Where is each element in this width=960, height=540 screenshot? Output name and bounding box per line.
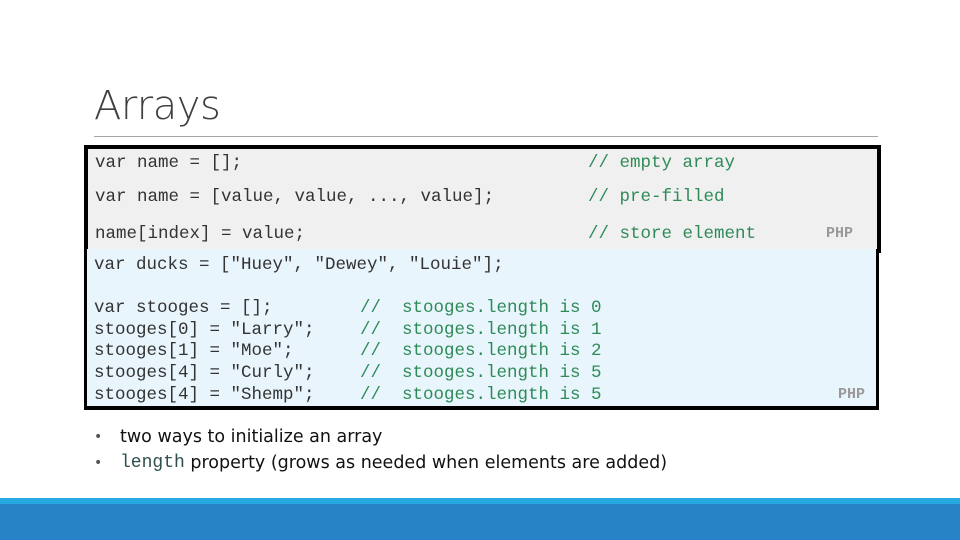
code-block-example: var ducks = ["Huey", "Dewey", "Louie"]; …: [84, 249, 879, 410]
title-divider: [94, 136, 878, 137]
bullet-list: • two ways to initialize an array • leng…: [94, 424, 667, 476]
code-comment: // stooges.length is 5: [360, 385, 602, 405]
code-line: var name = [];: [95, 153, 243, 173]
slide-title: Arrays: [94, 83, 221, 129]
code-comment: // store element: [588, 224, 757, 244]
inline-code: length: [120, 453, 185, 473]
code-line: stooges[1] = "Moe";: [94, 341, 294, 361]
code-line: var stooges = [];: [94, 298, 273, 318]
language-badge: PHP: [826, 225, 854, 242]
code-line: var name = [value, value, ..., value];: [95, 187, 495, 207]
code-line: var ducks = ["Huey", "Dewey", "Louie"];: [94, 255, 504, 275]
code-comment: // empty array: [588, 153, 736, 173]
bullet-text: two ways to initialize an array: [120, 427, 383, 447]
code-comment: // stooges.length is 1: [360, 320, 602, 340]
footer-bar: [0, 504, 960, 540]
code-line: name[index] = value;: [95, 224, 306, 244]
bullet-dot-icon: •: [94, 455, 103, 471]
code-comment: // pre-filled: [588, 187, 725, 207]
code-comment: // stooges.length is 5: [360, 363, 602, 383]
code-comment: // stooges.length is 0: [360, 298, 602, 318]
language-badge: PHP: [838, 386, 866, 403]
bullet-item: • length property (grows as needed when …: [94, 450, 667, 476]
code-block-syntax: var name = []; // empty array var name =…: [84, 145, 881, 253]
bullet-dot-icon: •: [94, 429, 103, 445]
code-line: stooges[4] = "Shemp";: [94, 385, 315, 405]
code-line: stooges[4] = "Curly";: [94, 363, 315, 383]
code-line: stooges[0] = "Larry";: [94, 320, 315, 340]
bullet-item: • two ways to initialize an array: [94, 424, 667, 450]
code-comment: // stooges.length is 2: [360, 341, 602, 361]
bullet-text: property (grows as needed when elements …: [184, 453, 668, 473]
